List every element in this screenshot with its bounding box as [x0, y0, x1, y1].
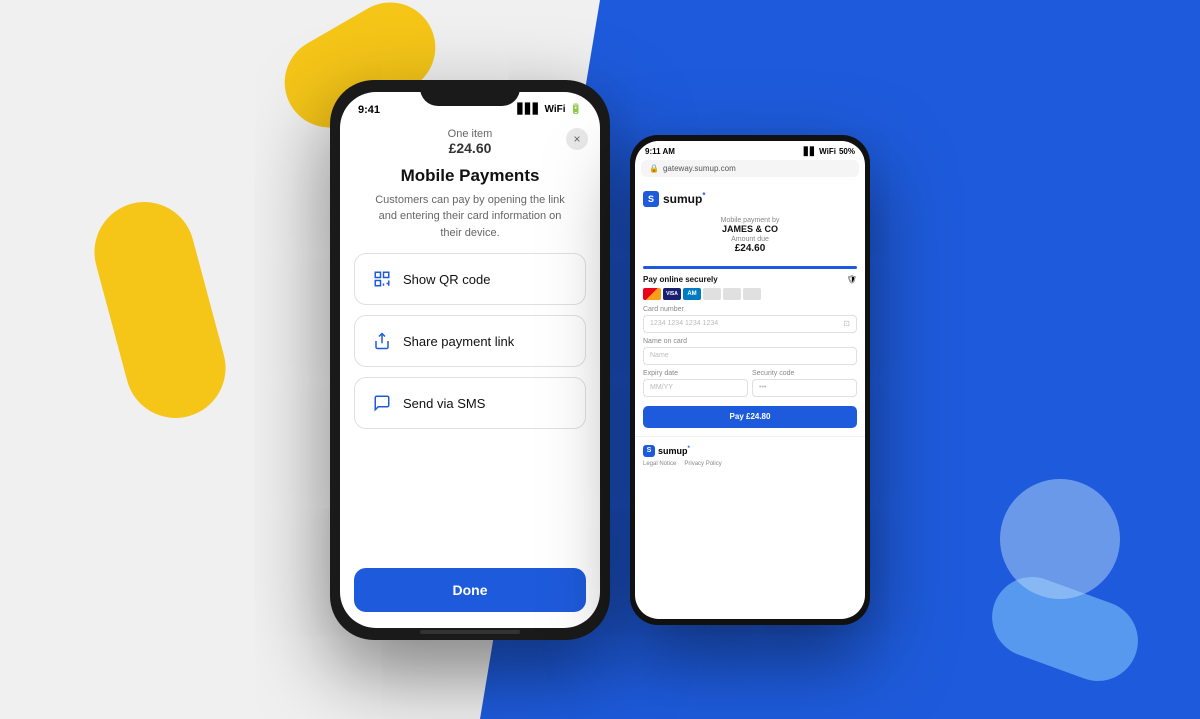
security-code-input[interactable]: ••• — [752, 379, 857, 397]
modal-subtitle: Customers can pay by opening the link an… — [340, 190, 600, 254]
battery-icon: 🔋 — [570, 104, 582, 115]
android-signal-icon: ▋▋ — [804, 147, 816, 156]
security-shield-icon: 🛡 — [847, 275, 857, 284]
footer-sumup-text: sumup* — [658, 446, 690, 456]
android-screen: 9:11 AM ▋▋ WiFi 50% 🔒 gateway.sumup.com … — [635, 141, 865, 619]
card-icons-row: VISA AM — [643, 288, 857, 300]
mastercard-icon — [643, 288, 661, 300]
qr-icon — [371, 268, 393, 290]
sumup-logo-icon: S — [643, 191, 659, 207]
progress-bar — [643, 266, 857, 269]
signal-icon: ▋▋▋ — [517, 104, 540, 115]
card-number-placeholder: 1234 1234 1234 1234 — [650, 320, 718, 327]
modal-item-price: £24.60 — [448, 140, 493, 156]
show-qr-option[interactable]: Show QR code — [354, 253, 586, 305]
security-placeholder: ••• — [759, 384, 766, 391]
footer-asterisk: * — [688, 446, 690, 452]
security-col: Security code ••• — [752, 370, 857, 402]
pay-online-title: Pay online securely — [643, 275, 718, 284]
pay-button[interactable]: Pay £24.80 — [643, 406, 857, 428]
expiry-label: Expiry date — [643, 370, 748, 377]
card-number-label: Card number — [643, 306, 857, 313]
generic-card-icon-1 — [703, 288, 721, 300]
sms-icon — [371, 392, 393, 414]
payment-merchant: JAMES & CO — [643, 224, 857, 234]
iphone-home-indicator — [420, 630, 520, 634]
name-on-card-input[interactable]: Name — [643, 347, 857, 365]
android-device: 9:11 AM ▋▋ WiFi 50% 🔒 gateway.sumup.com … — [630, 135, 870, 625]
sumup-logo-top: S sumup* — [643, 187, 857, 213]
phones-container: 9:41 ▋▋▋ WiFi 🔋 One item £24.60 × Mobile… — [330, 80, 870, 640]
payment-info-block: Mobile payment by JAMES & CO Amount due … — [643, 213, 857, 260]
modal-top-bar: One item £24.60 × — [340, 120, 600, 160]
android-status-bar: 9:11 AM ▋▋ WiFi 50% — [635, 141, 865, 158]
legal-notice-link[interactable]: Legal Notice — [643, 461, 676, 467]
lock-icon: 🔒 — [649, 164, 659, 173]
name-placeholder: Name — [650, 352, 669, 359]
send-sms-option[interactable]: Send via SMS — [354, 377, 586, 429]
android-time: 9:11 AM — [645, 147, 675, 156]
android-page-content: S sumup* Mobile payment by JAMES & CO Am… — [635, 179, 865, 436]
modal-item-count: One item — [448, 128, 493, 140]
android-battery: 50% — [839, 147, 855, 156]
android-status-icons: ▋▋ WiFi 50% — [804, 147, 855, 156]
share-payment-option[interactable]: Share payment link — [354, 315, 586, 367]
android-footer: S sumup* Legal Notice Privacy Policy — [635, 436, 865, 471]
sumup-asterisk: * — [702, 191, 705, 200]
expiry-placeholder: MM/YY — [650, 384, 673, 391]
generic-card-icon-3 — [743, 288, 761, 300]
modal-item-info: One item £24.60 — [448, 128, 493, 156]
browser-url: gateway.sumup.com — [663, 164, 736, 173]
share-payment-label: Share payment link — [403, 334, 514, 349]
iphone-time: 9:41 — [358, 104, 380, 116]
send-sms-label: Send via SMS — [403, 396, 485, 411]
share-icon — [371, 330, 393, 352]
modal-content: One item £24.60 × Mobile Payments Custom… — [340, 120, 600, 628]
name-on-card-label: Name on card — [643, 338, 857, 345]
iphone-status-icons: ▋▋▋ WiFi 🔋 — [517, 104, 582, 115]
modal-close-button[interactable]: × — [566, 128, 588, 150]
show-qr-label: Show QR code — [403, 272, 490, 287]
payment-amount-label: Amount due — [643, 236, 857, 243]
done-button[interactable]: Done — [354, 568, 586, 612]
iphone-screen: 9:41 ▋▋▋ WiFi 🔋 One item £24.60 × Mobile… — [340, 92, 600, 628]
android-browser-bar[interactable]: 🔒 gateway.sumup.com — [641, 160, 859, 177]
pay-button-label: Pay £24.80 — [730, 412, 771, 421]
footer-sumup-logo-icon: S — [643, 445, 655, 457]
footer-links: Legal Notice Privacy Policy — [643, 461, 857, 467]
card-scan-icon: ⊡ — [843, 319, 850, 328]
modal-title: Mobile Payments — [340, 160, 600, 190]
payment-amount: £24.60 — [643, 243, 857, 254]
expiry-input[interactable]: MM/YY — [643, 379, 748, 397]
amex-icon: AM — [683, 288, 701, 300]
generic-card-icon-2 — [723, 288, 741, 300]
footer-logo: S sumup* — [643, 445, 857, 457]
visa-icon: VISA — [663, 288, 681, 300]
expiry-security-row: Expiry date MM/YY Security code ••• — [643, 370, 857, 402]
blob-blue-light-right — [1000, 479, 1120, 599]
sumup-logo-text: sumup* — [663, 191, 705, 206]
iphone-device: 9:41 ▋▋▋ WiFi 🔋 One item £24.60 × Mobile… — [330, 80, 610, 640]
privacy-policy-link[interactable]: Privacy Policy — [684, 461, 721, 467]
expiry-col: Expiry date MM/YY — [643, 370, 748, 402]
wifi-icon: WiFi — [545, 104, 566, 115]
payment-by-label: Mobile payment by — [643, 217, 857, 224]
modal-options-list: Show QR code Share payment link — [340, 253, 600, 554]
card-number-input[interactable]: 1234 1234 1234 1234 ⊡ — [643, 315, 857, 333]
android-wifi-icon: WiFi — [819, 147, 836, 156]
iphone-notch — [420, 80, 520, 106]
security-code-label: Security code — [752, 370, 857, 377]
pay-online-header: Pay online securely 🛡 — [643, 275, 857, 284]
